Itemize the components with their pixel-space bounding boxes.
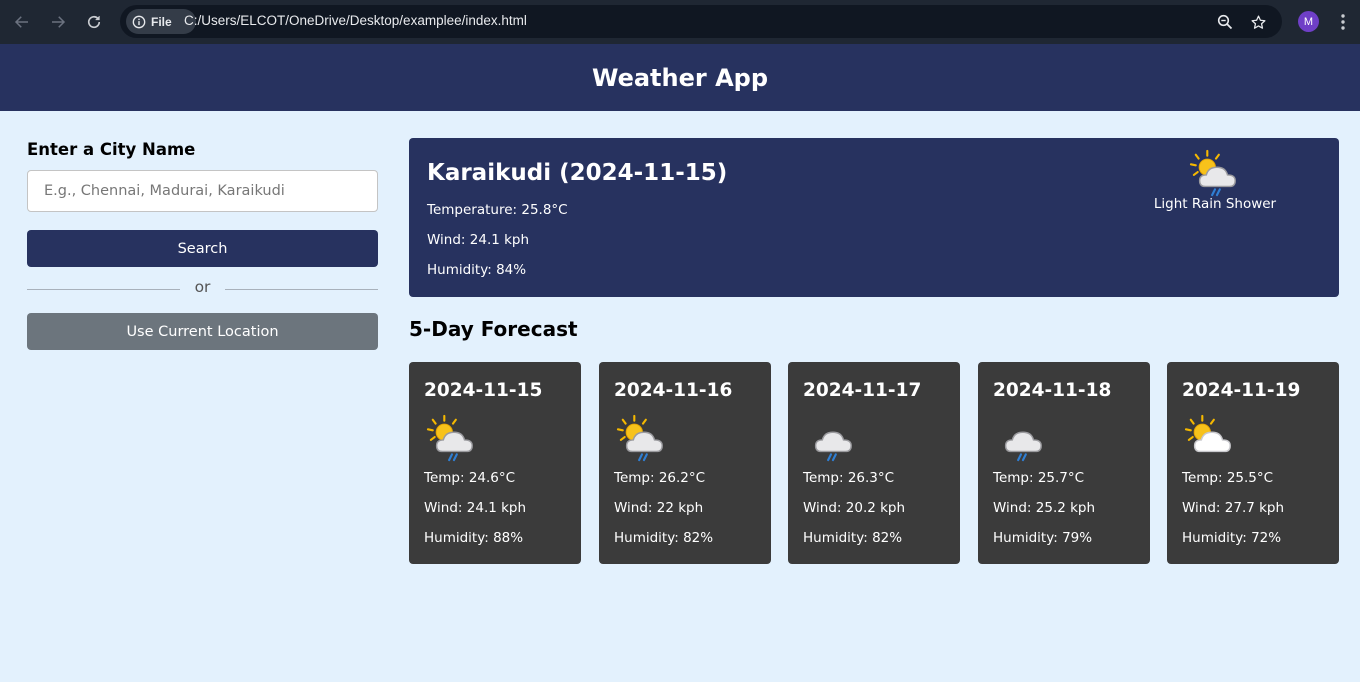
forecast-temp: Temp: 25.7°C: [993, 470, 1085, 486]
forecast-wind: Wind: 20.2 kph: [803, 500, 906, 516]
sun-cloud-rain-icon: [426, 414, 473, 462]
app-title: Weather App: [591, 63, 769, 92]
forecast-wind: Wind: 24.1 kph: [424, 500, 527, 516]
or-text: or: [194, 278, 211, 296]
current-condition: Light Rain Shower: [1153, 196, 1277, 212]
forecast-date: 2024-11-16: [614, 380, 733, 401]
info-icon: [132, 15, 146, 28]
forecast-humidity: Humidity: 82%: [803, 530, 903, 546]
search-button[interactable]: Search: [27, 230, 378, 267]
forecast-card: 2024-11-16 Temp: 26.2°C Wind: 22 kph Hum…: [599, 362, 771, 564]
arrow-right-icon: [52, 16, 66, 28]
forecast-card: 2024-11-19 Temp: 25.5°C Wind: 27.7 kph H…: [1167, 362, 1339, 564]
url-text[interactable]: C:/Users/ELCOT/OneDrive/Desktop/examplee…: [184, 13, 527, 28]
forecast-title: 5-Day Forecast: [409, 317, 578, 341]
forecast-humidity: Humidity: 79%: [993, 530, 1093, 546]
zoom-icon: [1217, 14, 1233, 30]
current-weather-card: Karaikudi (2024-11-15) Temperature: 25.8…: [409, 138, 1339, 297]
forecast-date: 2024-11-15: [424, 380, 543, 401]
forecast-card: 2024-11-17 Temp: 26.3°C Wind: 20.2 kph H…: [788, 362, 960, 564]
browser-toolbar: File C:/Users/ELCOT/OneDrive/Desktop/exa…: [0, 0, 1360, 44]
city-input-label: Enter a City Name: [27, 140, 196, 159]
forecast-date: 2024-11-17: [803, 380, 922, 401]
forecast-temp: Temp: 25.5°C: [1182, 470, 1274, 486]
profile-avatar[interactable]: M: [1298, 11, 1319, 32]
back-button[interactable]: [11, 11, 33, 33]
sun-cloud-rain-icon: [616, 414, 663, 462]
app-header: Weather App: [0, 44, 1360, 111]
forecast-humidity: Humidity: 72%: [1182, 530, 1282, 546]
current-city-title: Karaikudi (2024-11-15): [427, 160, 728, 186]
sun-cloud-rain-icon: [1189, 149, 1236, 197]
use-current-location-button[interactable]: Use Current Location: [27, 313, 378, 350]
cloud-rain-icon: [1004, 431, 1042, 462]
arrow-left-icon: [14, 16, 28, 28]
forecast-date: 2024-11-18: [993, 380, 1112, 401]
current-wind: Wind: 24.1 kph: [427, 232, 530, 248]
forecast-wind: Wind: 22 kph: [614, 500, 704, 516]
browser-menu-button[interactable]: [1336, 11, 1350, 33]
city-input[interactable]: [27, 170, 378, 212]
zoom-button[interactable]: [1215, 12, 1235, 32]
forecast-card: 2024-11-18 Temp: 25.7°C Wind: 25.2 kph H…: [978, 362, 1150, 564]
address-bar[interactable]: File C:/Users/ELCOT/OneDrive/Desktop/exa…: [120, 5, 1282, 38]
forecast-humidity: Humidity: 88%: [424, 530, 524, 546]
current-humidity: Humidity: 84%: [427, 262, 527, 278]
forecast-temp: Temp: 26.2°C: [614, 470, 706, 486]
star-icon: [1250, 14, 1266, 29]
more-vert-icon: [1341, 14, 1345, 30]
forecast-date: 2024-11-19: [1182, 380, 1301, 401]
forecast-wind: Wind: 25.2 kph: [993, 500, 1096, 516]
or-divider: or: [27, 278, 378, 300]
forecast-humidity: Humidity: 82%: [614, 530, 714, 546]
file-chip-label: File: [151, 14, 172, 29]
current-temperature: Temperature: 25.8°C: [427, 202, 568, 218]
cloud-rain-icon: [814, 431, 852, 462]
forecast-card: 2024-11-15 Temp: 24.6°C Wind: 24.1 kph H…: [409, 362, 581, 564]
forward-button[interactable]: [47, 11, 69, 33]
sun-cloud-icon: [1184, 414, 1231, 453]
bookmark-button[interactable]: [1248, 12, 1268, 32]
forecast-temp: Temp: 24.6°C: [424, 470, 516, 486]
reload-button[interactable]: [83, 11, 105, 33]
reload-icon: [87, 15, 101, 29]
forecast-temp: Temp: 26.3°C: [803, 470, 895, 486]
forecast-wind: Wind: 27.7 kph: [1182, 500, 1285, 516]
